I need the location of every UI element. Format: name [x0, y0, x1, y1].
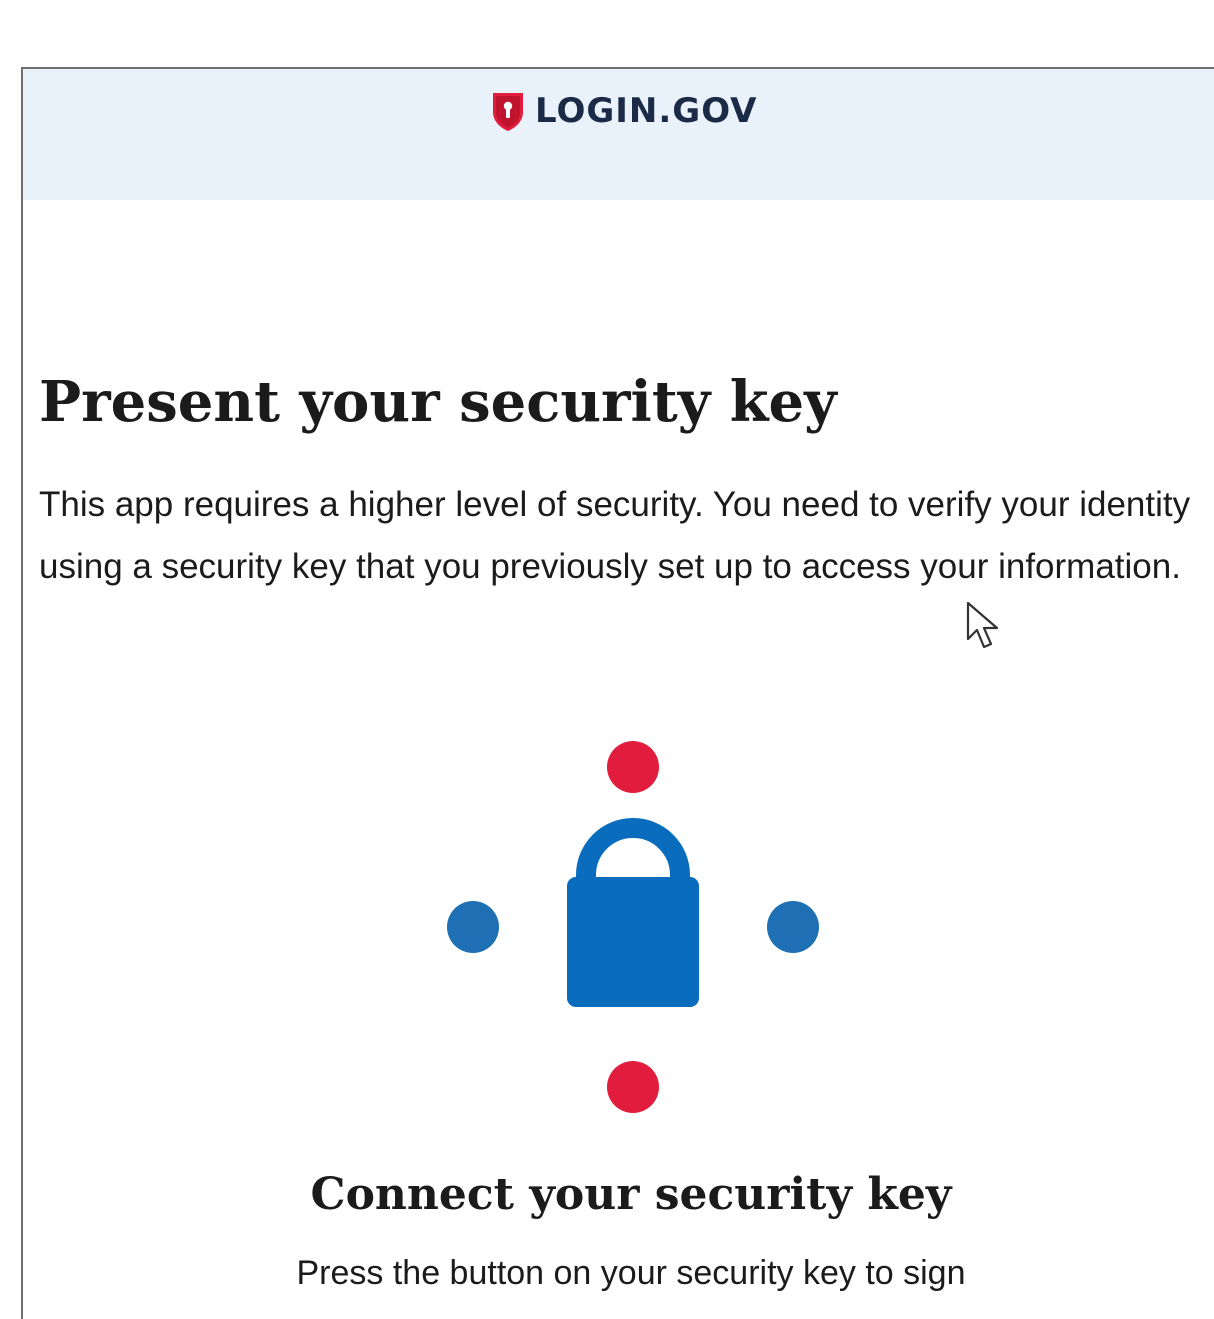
left-dot	[447, 901, 499, 953]
logo-text: LOGIN.GOV	[535, 91, 758, 131]
bottom-dot	[607, 1061, 659, 1113]
instruction-text: Press the button on your security key to…	[296, 1254, 966, 1292]
shield-icon	[491, 90, 525, 132]
mouse-cursor-icon	[966, 601, 1002, 656]
section-heading: Connect your security key	[310, 1169, 952, 1220]
security-key-illustration	[433, 727, 833, 1127]
lead-paragraph: This app requires a higher level of secu…	[39, 485, 1191, 586]
lock-icon	[567, 818, 699, 1007]
login-gov-logo[interactable]: LOGIN.GOV	[491, 89, 758, 133]
right-dot	[767, 901, 819, 953]
page-title: Present your security key	[39, 369, 837, 435]
site-header: LOGIN.GOV	[23, 69, 1214, 200]
browser-viewport: LOGIN.GOV Present your security key This…	[21, 67, 1214, 1319]
top-dot	[607, 741, 659, 793]
